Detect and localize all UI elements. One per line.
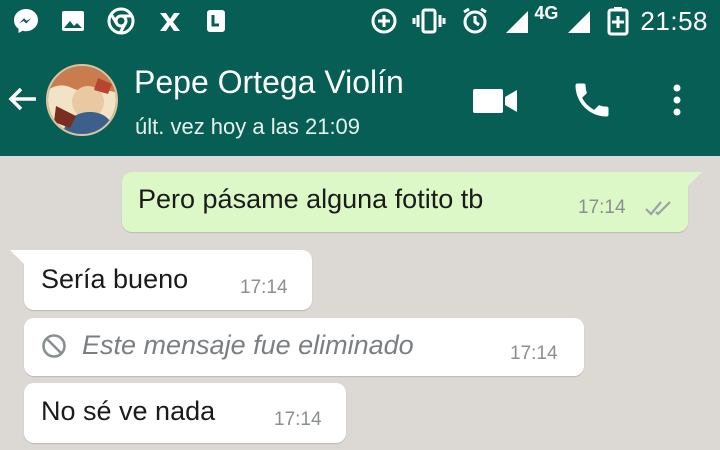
bubble-tail	[686, 172, 702, 188]
notification-icons	[12, 5, 248, 37]
message-time: 17:14	[510, 343, 558, 364]
message-text: Este mensaje fue eliminado	[82, 330, 414, 360]
status-clock: 21:58	[640, 5, 708, 36]
outgoing-message[interactable]: Pero pásame alguna fotito tb 17:14	[122, 172, 702, 232]
blocked-icon	[42, 334, 66, 358]
phone-call-button[interactable]	[570, 78, 614, 122]
avatar-image	[48, 66, 116, 134]
message-text: Pero pásame alguna fotito tb	[138, 184, 484, 214]
data-saver-icon	[371, 8, 397, 34]
gallery-icon	[62, 11, 84, 31]
message-time: 17:14	[240, 277, 288, 298]
incoming-message[interactable]: Sería bueno 17:14	[10, 250, 312, 310]
avatar[interactable]	[46, 64, 118, 136]
message-text: No sé ve nada	[41, 396, 216, 426]
app-icon	[160, 13, 180, 31]
messenger-icon	[14, 9, 38, 33]
app-icon-2	[207, 10, 225, 32]
more-options-icon	[673, 84, 681, 116]
message-time: 17:14	[578, 197, 626, 218]
deleted-message[interactable]: Este mensaje fue eliminado 17:14	[24, 318, 584, 376]
battery-charging-icon	[607, 7, 629, 36]
message-time: 17:14	[274, 409, 322, 430]
last-seen-status: últ. vez hoy a las 21:09	[135, 114, 361, 139]
incoming-message[interactable]: No sé ve nada 17:14	[24, 383, 346, 443]
vibrate-icon	[412, 8, 446, 34]
bubble-tail	[10, 250, 26, 266]
more-options-button[interactable]	[662, 80, 692, 120]
phone-call-icon	[575, 83, 609, 117]
system-icons: 4G 21:58	[356, 2, 708, 37]
chat-header: Pepe Ortega Violín últ. vez hoy a las 21…	[0, 42, 720, 156]
back-button[interactable]	[6, 82, 40, 116]
network-type-label: 4G	[534, 2, 559, 23]
video-call-button[interactable]	[470, 84, 520, 118]
video-call-icon	[473, 89, 517, 113]
status-bar: 4G 21:58	[0, 0, 720, 42]
chrome-icon	[107, 7, 135, 35]
signal-icon-2	[568, 11, 591, 33]
alarm-icon	[463, 7, 488, 34]
message-text: Sería bueno	[41, 264, 189, 294]
double-check-icon	[645, 201, 671, 216]
contact-name[interactable]: Pepe Ortega Violín	[134, 64, 404, 101]
signal-icon	[506, 11, 529, 33]
back-arrow-icon	[8, 87, 36, 111]
